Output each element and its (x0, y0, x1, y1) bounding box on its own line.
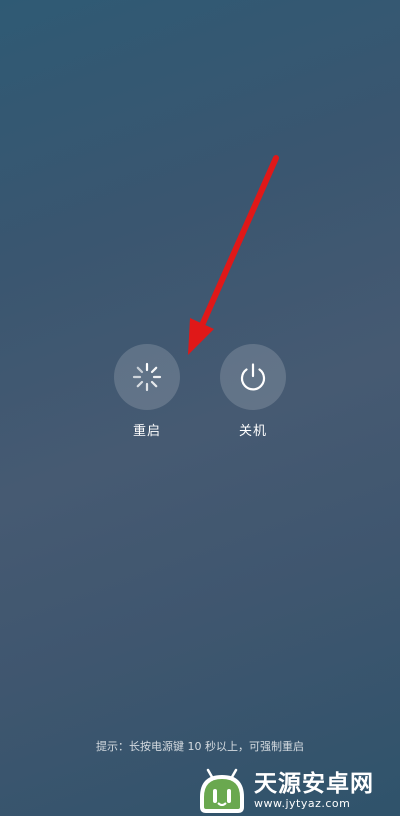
restart-label: 重启 (132, 424, 161, 439)
annotation-arrow (188, 155, 279, 355)
shutdown-button[interactable] (220, 344, 286, 410)
power-icon (240, 363, 266, 391)
watermark-url: www.jytyaz.com (254, 797, 351, 810)
power-menu-screen: 重启 关机 提示：长按电源键 10 秒以上，可强制重启 天源安卓网 www.jy… (0, 0, 400, 816)
force-restart-hint: 提示：长按电源键 10 秒以上，可强制重启 (96, 740, 304, 753)
restart-button[interactable] (114, 344, 180, 410)
site-watermark: 天源安卓网 www.jytyaz.com (196, 766, 400, 816)
watermark-title: 天源安卓网 (254, 771, 374, 797)
android-logo-icon (200, 768, 244, 813)
restart-spinner-icon (132, 362, 162, 392)
shutdown-label: 关机 (238, 424, 267, 439)
